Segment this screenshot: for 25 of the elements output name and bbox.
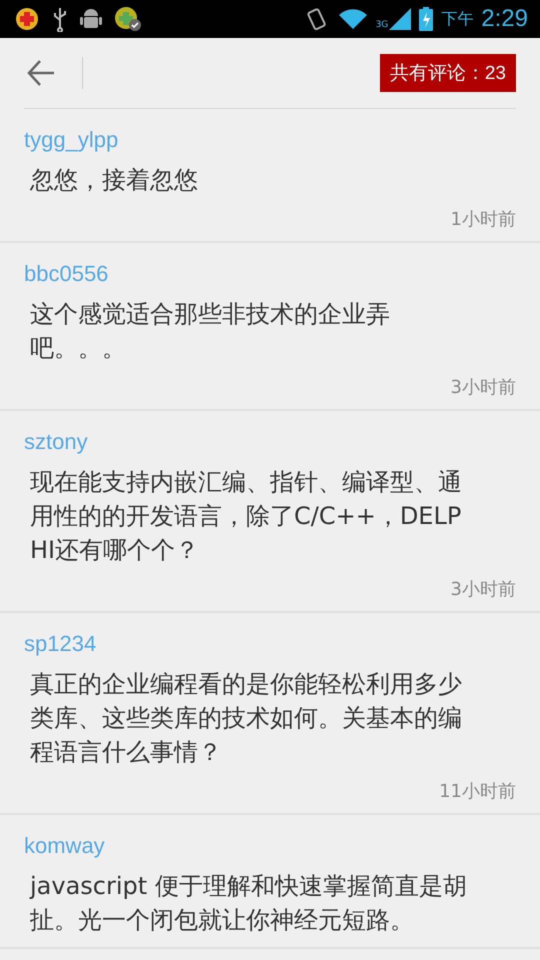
comment-time: 3小时前 <box>450 376 516 399</box>
battery-charging-icon <box>419 7 434 31</box>
comment-time: 11小时前 <box>439 780 516 803</box>
app-notification-icon <box>114 6 142 32</box>
comment-text: 这个感觉适合那些非技术的企业弄吧。。。 <box>30 299 391 364</box>
network-type-label: 3G <box>376 21 388 30</box>
app-notification-icon <box>14 6 40 32</box>
comment-author[interactable]: sp1234 <box>24 631 96 657</box>
comment-author[interactable]: sztony <box>24 429 88 455</box>
comment-time: 1小时前 <box>450 208 516 231</box>
comment-count-badge: 共有评论：23 <box>380 54 516 92</box>
comment-text: 忽悠，接着忽悠 <box>30 165 199 196</box>
comment-text: 真正的企业编程看的是你能轻松利用多少类库、这些类库的技术如何。关基本的编程语言什么事情？ <box>30 669 463 768</box>
comment-author[interactable]: bbc0556 <box>24 261 108 287</box>
comment-text: 现在能支持内嵌汇编、指针、编译型、通用性的的开发语言，除了C/C++，DELPHI还有哪个个？ <box>30 467 463 566</box>
usb-icon <box>52 6 68 32</box>
wifi-icon <box>338 7 368 31</box>
clock-time: 2:29 <box>481 5 528 33</box>
comment-text: javascript 便于理解和快速掌握简直是胡扯。光一个闭包就让你神经元短路。 <box>30 871 468 936</box>
signal-icon <box>389 8 412 30</box>
comment-author[interactable]: tygg_ylpp <box>24 127 118 153</box>
comment-author[interactable]: komway <box>24 833 105 859</box>
comment-time: 3小时前 <box>450 578 516 601</box>
back-arrow-icon <box>26 59 56 87</box>
clock-period: 下午 <box>441 8 474 30</box>
